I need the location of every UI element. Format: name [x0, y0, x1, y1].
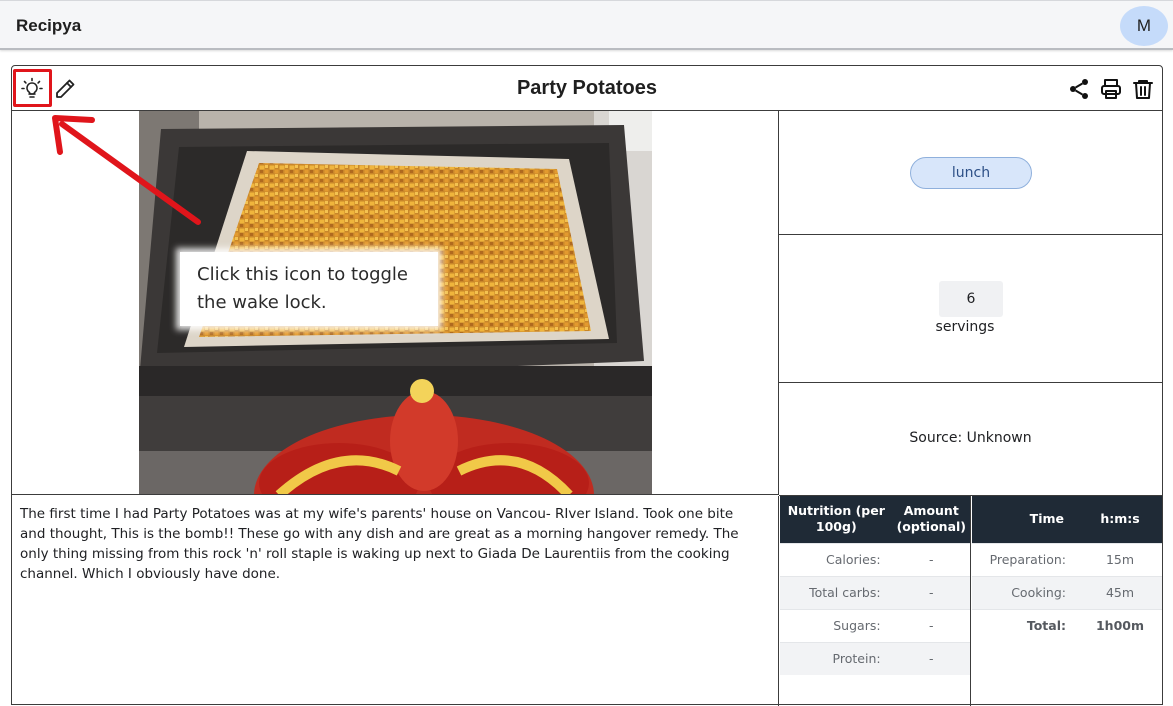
table-row: Protein: -: [780, 641, 970, 675]
trash-icon[interactable]: [1131, 77, 1155, 101]
servings-label: servings: [935, 319, 995, 335]
share-icon[interactable]: [1067, 77, 1091, 101]
table-row: Preparation: 15m: [972, 542, 1162, 576]
printer-icon[interactable]: [1099, 77, 1123, 101]
app-title[interactable]: Recipya: [16, 16, 81, 36]
nutrition-value: -: [892, 608, 970, 642]
table-row: Calories: -: [780, 542, 970, 576]
nutrition-value: -: [892, 542, 970, 576]
nutrition-label: Total carbs:: [780, 575, 893, 609]
wake-lock-callout: Click this icon to toggle the wake lock.: [180, 252, 438, 326]
recipe-description: The first time I had Party Potatoes was …: [12, 496, 779, 706]
nutrition-label: Calories:: [780, 542, 893, 576]
recipe-card: Party Potatoes Click this icon to toggle…: [11, 65, 1163, 706]
table-row: Sugars: -: [780, 608, 970, 642]
time-value: 1h00m: [1078, 608, 1162, 642]
table-row: Total carbs: -: [780, 575, 970, 609]
recipe-title: Party Potatoes: [516, 77, 658, 99]
category-chip[interactable]: lunch: [910, 157, 1032, 189]
time-label: Preparation:: [972, 542, 1078, 576]
pencil-icon[interactable]: [53, 77, 77, 101]
time-table: Time h:m:s Preparation: 15m Cooking: 45m…: [972, 496, 1162, 642]
nutrition-header: Nutrition (per 100g): [780, 496, 893, 543]
source-cell: Source: Unknown: [779, 383, 1162, 496]
amount-header: Amount (optional): [892, 496, 970, 543]
source-text: Source: Unknown: [909, 430, 1032, 446]
lightbulb-icon[interactable]: [20, 77, 44, 101]
nutrition-value: -: [892, 575, 970, 609]
servings-value[interactable]: 6: [939, 281, 1003, 317]
category-cell: lunch: [779, 111, 1162, 235]
time-label: Cooking:: [972, 575, 1078, 609]
recipe-toolbar: Party Potatoes: [12, 66, 1162, 111]
user-avatar[interactable]: M: [1120, 6, 1168, 46]
table-row: Total: 1h00m: [972, 608, 1162, 642]
hms-header: h:m:s: [1078, 496, 1162, 543]
time-header: Time: [972, 496, 1078, 543]
time-label: Total:: [972, 608, 1078, 642]
nutrition-value: -: [892, 641, 970, 675]
nutrition-table: Nutrition (per 100g) Amount (optional) C…: [780, 496, 970, 675]
servings-cell: 6 servings: [779, 235, 1162, 383]
app-bar: Recipya M: [0, 0, 1173, 50]
time-value: 15m: [1078, 542, 1162, 576]
nutrition-label: Protein:: [780, 641, 893, 675]
time-value: 45m: [1078, 575, 1162, 609]
recipe-image-cell: Click this icon to toggle the wake lock.: [12, 111, 779, 495]
table-row: Cooking: 45m: [972, 575, 1162, 609]
nutrition-label: Sugars:: [780, 608, 893, 642]
